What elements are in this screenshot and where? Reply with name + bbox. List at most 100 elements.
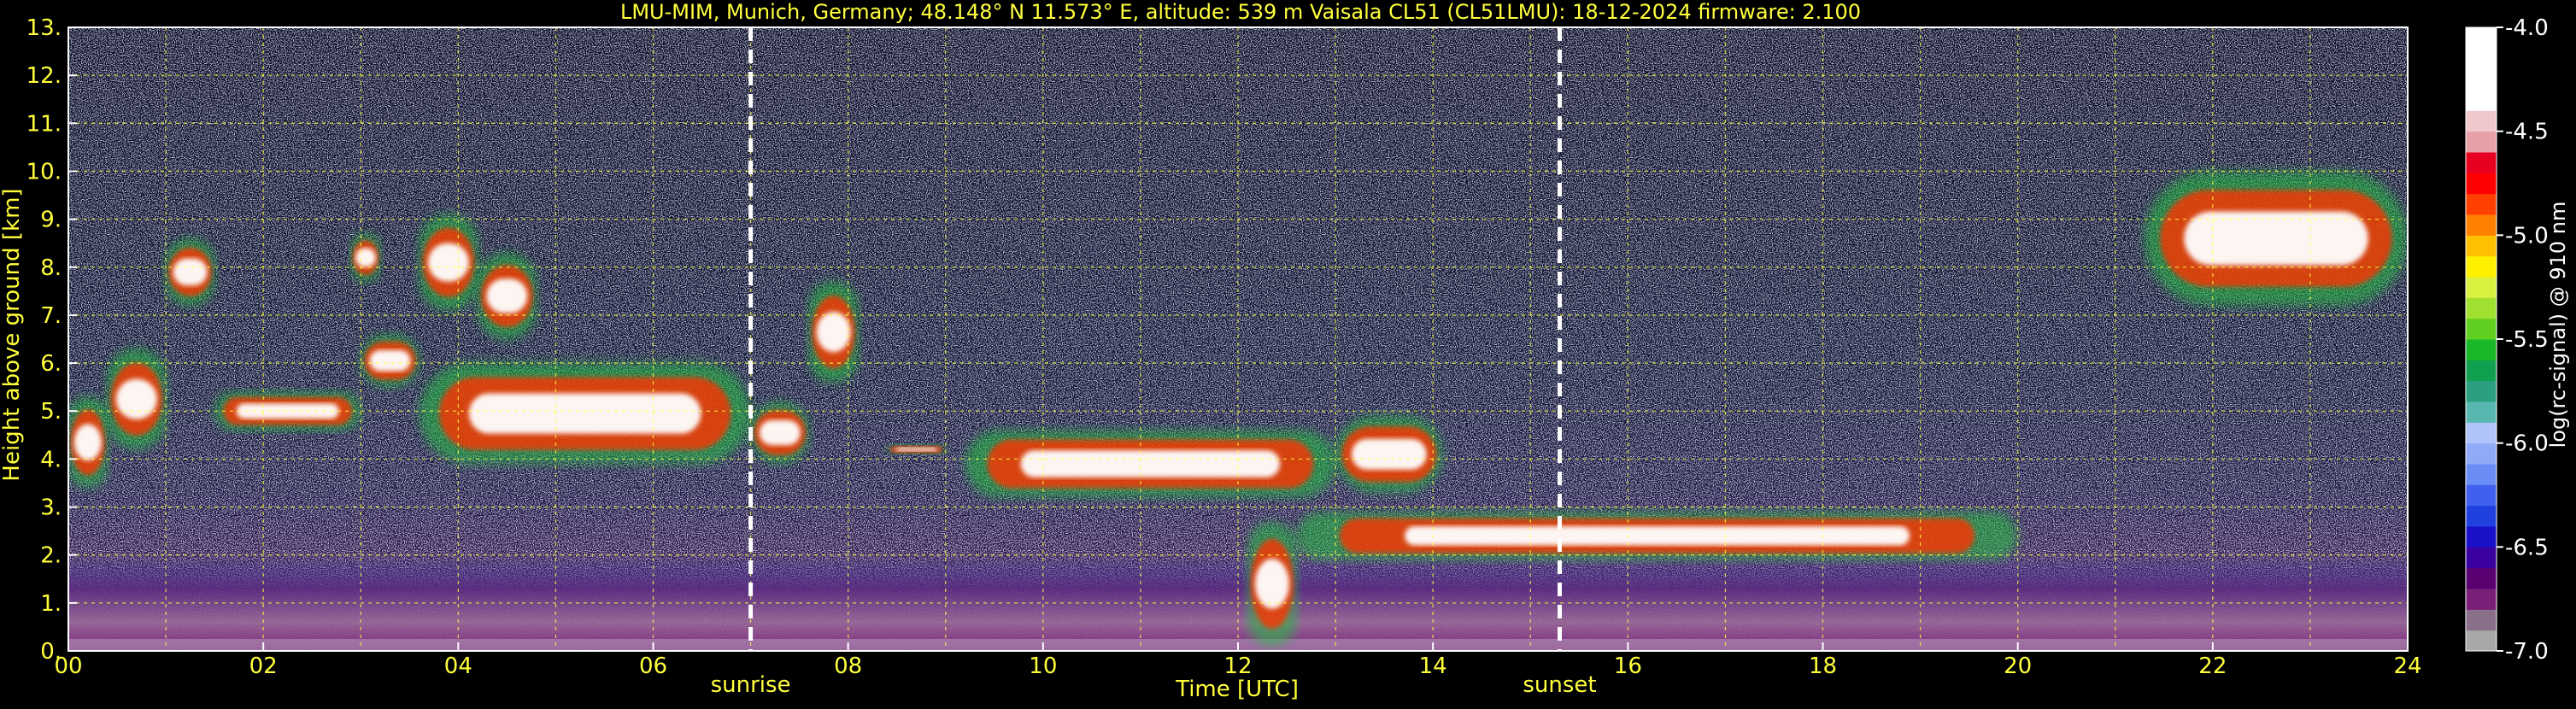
cloud-feature [1296,512,2018,560]
cloud-core [486,278,528,313]
colorbar-segment [2466,526,2497,548]
ceilometer-chart: 00 02 04 06 08 10 12 14 16 18 20 22 24 0. 1. 2. 3. 4. 5. 6.… [0,0,2576,706]
colorbar-tick-label: -7.0 [2505,639,2549,665]
y-tick-label: 8. [40,255,62,281]
cloud-core [1020,450,1281,478]
cloud-feature [1335,415,1443,493]
cloud-feature [419,214,478,311]
sunrise-label: sunrise [711,672,791,698]
cloud-feature [166,238,215,306]
x-tick-label: 06 [639,653,667,679]
cloud-feature [965,430,1336,498]
colorbar-tick-label: -5.0 [2505,223,2549,249]
colorbar-segment [2466,442,2497,465]
colorbar-segment [2466,110,2497,132]
cloud-core [1351,438,1427,470]
colorbar-segment [2466,27,2497,49]
y-tick-label: 7. [40,303,62,329]
cloud-feature [419,363,751,464]
cloud-core [895,447,937,452]
cloud-core [427,243,469,282]
x-tick-label: 24 [2393,653,2421,679]
x-tick-label: 04 [444,653,472,679]
colorbar-tick-label: -4.0 [2505,15,2549,41]
colorbar-segment [2466,90,2497,111]
cloud-core [1405,526,1910,546]
y-tick-label: 13. [26,15,62,41]
cloud-core [1254,559,1289,609]
colorbar-segment [2466,297,2497,319]
chart-svg: 00 02 04 06 08 10 12 14 16 18 20 22 240.1.2.3.4.5.6.… [0,0,2570,702]
y-tick-label: 6. [40,351,62,377]
colorbar-segment [2466,235,2497,257]
colorbar-segment [2466,464,2497,485]
cloud-core [355,248,376,267]
colorbar-segment [2466,318,2497,340]
colorbar-segment [2466,505,2497,527]
colorbar-segment [2466,339,2497,360]
y-tick-label: 4. [40,447,62,472]
cloud-core [759,419,801,446]
y-tick-label: 5. [40,399,62,425]
cloud-core [369,349,411,372]
y-tick-label: 1. [40,591,62,617]
colorbar-segment [2466,48,2497,70]
colorbar-segment [2466,589,2497,610]
colorbar-tick-label: -6.0 [2505,431,2549,457]
cloud-feature [350,233,381,282]
colorbar-tick-label: -5.5 [2505,327,2549,353]
colorbar-segment [2466,609,2497,631]
colorbar-segment [2466,193,2497,215]
colorbar-tick-label: -6.5 [2505,535,2549,560]
y-tick-label: 9. [40,208,62,233]
cloud-feature [107,349,167,450]
x-tick-label: 12 [1223,653,1252,679]
y-axis-label: Height above ground [km] [0,188,25,481]
y-tick-label: 11. [26,111,62,137]
colorbar-segment [2466,68,2497,91]
x-tick-label: 08 [834,653,862,679]
x-tick-label: 10 [1029,653,1057,679]
cloud-feature [361,334,420,388]
colorbar-segment [2466,214,2497,236]
colorbar-segment [2466,567,2497,589]
colorbar-segment [2466,131,2497,153]
cloud-feature [1247,521,1297,647]
y-tick-label: 10. [26,159,62,185]
y-tick-label: 3. [40,495,62,521]
x-tick-label: 22 [2198,653,2227,679]
cloud-core [73,424,102,461]
colorbar-segment [2466,547,2497,569]
cloud-core [173,258,208,286]
colorbar-segment [2466,484,2497,507]
chart-title: LMU-MIM, Munich, Germany; 48.148° N 11.5… [620,0,1861,24]
colorbar-segment [2466,152,2497,173]
cloud-core [115,378,157,419]
colorbar-tick-label: -4.5 [2505,120,2549,145]
x-tick-label: 18 [1809,653,1837,679]
cloud-core [816,311,851,353]
x-tick-label: 14 [1419,653,1447,679]
cloud-feature [809,281,859,383]
cloud-feature [2144,171,2408,306]
colorbar-segment [2466,422,2497,444]
x-tick-label: 02 [249,653,278,679]
x-axis-label: Time [UTC] [1175,677,1299,702]
x-tick-label: 16 [1614,653,1642,679]
colorbar-segment [2466,401,2497,423]
colorbar-segment [2466,277,2497,298]
x-tick-label: 20 [2004,653,2032,679]
y-tick-label: 2. [40,543,62,569]
cloud-feature [887,444,946,454]
colorbar-segment [2466,255,2497,278]
cloud-feature [478,252,537,339]
y-tick-label: 0. [40,639,62,665]
colorbar-segment [2466,173,2497,195]
colorbar-segment [2466,630,2497,652]
colorbar-segment [2466,360,2497,382]
colorbar-segment [2466,380,2497,402]
y-tick-label: 12. [26,63,62,89]
colorbar-label: log(rc-signal) @ 910 nm [2546,202,2570,448]
sunset-label: sunset [1523,672,1596,698]
cloud-core [468,393,701,434]
